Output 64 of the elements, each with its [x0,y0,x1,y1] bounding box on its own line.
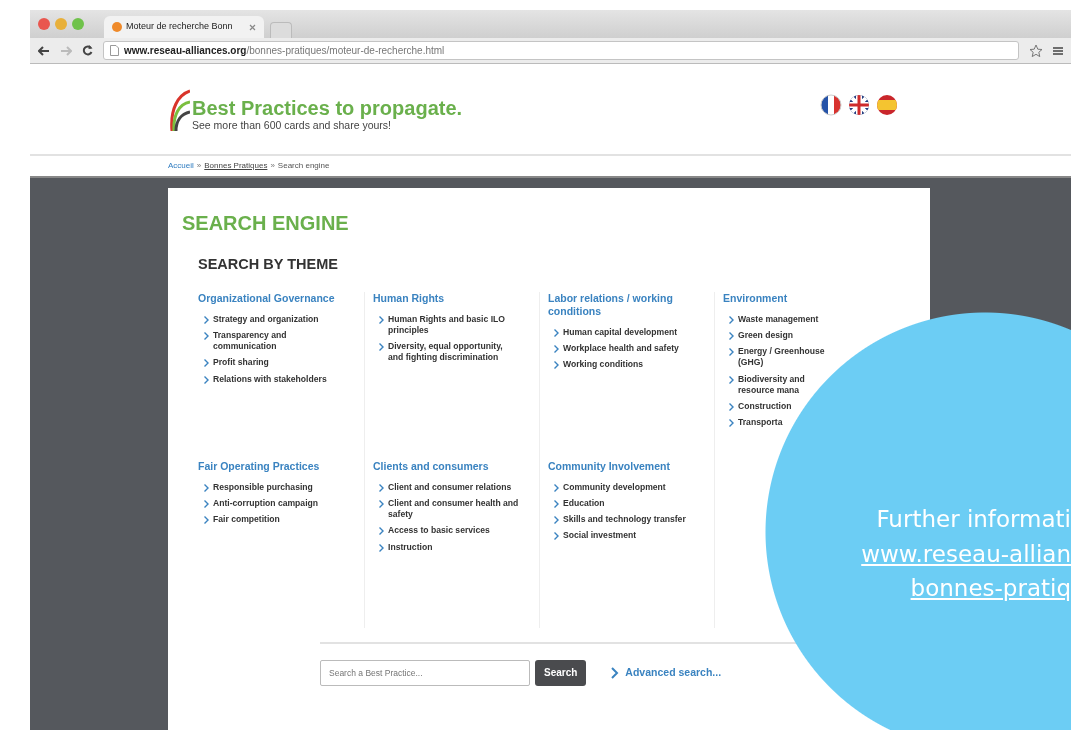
spanish-flag-icon[interactable] [876,94,898,116]
theme-link[interactable]: Transporta [729,417,783,429]
reload-icon[interactable] [82,45,93,56]
theme-heading[interactable]: Clients and consumers [373,459,531,473]
back-icon[interactable] [38,45,50,56]
theme-heading[interactable]: Community Involvement [548,459,706,473]
page-title: SEARCH ENGINE [182,211,350,236]
chevron-icon [379,343,384,352]
breadcrumb-separator: » [196,160,202,172]
theme-heading[interactable]: Labor relations / working conditions [548,291,706,318]
search-field[interactable]: Search a Best Practice... [320,659,530,686]
theme-link[interactable]: Responsible purchasing [204,481,313,494]
menu-icon[interactable] [1053,45,1063,56]
theme-link[interactable]: Anti-corruption campaign [204,498,319,510]
favicon-icon [112,22,122,32]
theme-link[interactable]: Instruction [379,541,433,553]
theme-link[interactable]: Energy / Greenhouse (GHG) [729,346,825,369]
theme-link[interactable]: Construction [729,400,792,413]
theme-link[interactable]: Biodiversity and resource mana [729,373,805,396]
theme-link[interactable]: Skills and technology transfer [554,514,686,526]
theme-link[interactable]: Human capital development [554,327,678,339]
theme-link[interactable]: Client and consumer health and safety [379,498,520,521]
theme-link[interactable]: Workplace health and safety [554,343,679,355]
theme-link[interactable]: Working conditions [554,359,644,371]
close-window-button[interactable] [38,18,50,30]
breadcrumb-link[interactable]: Bonnes Pratiques [204,160,268,172]
theme-link[interactable]: Access to basic services [379,525,490,537]
british-flag-icon[interactable] [848,94,870,116]
chevron-icon [729,375,734,384]
theme-heading[interactable]: Environment [723,291,882,305]
theme-link[interactable]: Community development [554,481,666,494]
theme-link[interactable]: Transparency and communication [204,330,345,353]
advanced-search-link[interactable]: Advanced search... [611,664,722,681]
theme-link[interactable]: Human Rights and basic ILO principles [379,313,520,337]
breadcrumb-link[interactable]: Accueil [168,160,194,172]
theme-heading[interactable]: Organizational Governance [198,291,356,305]
site-tagline: See more than 600 cards and share yours! [192,119,393,134]
theme-link[interactable]: Diversity, equal opportunity, and fighting discrimination [379,341,520,364]
theme-link[interactable]: Profit sharing [204,357,269,369]
logo-icon [168,87,190,131]
chevron-icon [611,666,620,679]
browser-tab[interactable]: Moteur de recherche Bonn [104,16,264,38]
close-icon[interactable] [249,23,256,31]
theme-link[interactable]: Relations with stakeholders [204,373,327,385]
theme-link[interactable]: Social investment [554,530,637,542]
french-flag-icon[interactable] [820,94,842,116]
breadcrumb-separator: » [270,160,275,172]
theme-link[interactable]: Education [554,498,605,510]
theme-heading[interactable]: Human Rights [373,291,531,305]
page-icon [110,45,119,56]
section-heading: SEARCH BY THEME [198,255,339,274]
search-button[interactable]: Search [535,659,587,686]
theme-link[interactable]: Waste management [729,313,819,326]
theme-heading[interactable]: Fair Operating Practices [198,459,356,473]
chevron-icon [379,315,384,324]
theme-link[interactable]: Fair competition [204,514,280,526]
theme-link[interactable]: Client and consumer relations [379,481,512,494]
address-field[interactable]: www.reseau-alliances.org/bonnes-pratiques/moteur-de-recherche.html [103,41,1019,60]
site-title: Best Practices to propagate. [192,98,463,119]
theme-link[interactable]: Green design [729,330,793,342]
callout-text: Further informati [876,505,1071,534]
breadcrumb-current: Search engine [277,160,330,172]
theme-link[interactable]: Strategy and organization [204,313,319,326]
star-icon[interactable] [1029,43,1043,58]
